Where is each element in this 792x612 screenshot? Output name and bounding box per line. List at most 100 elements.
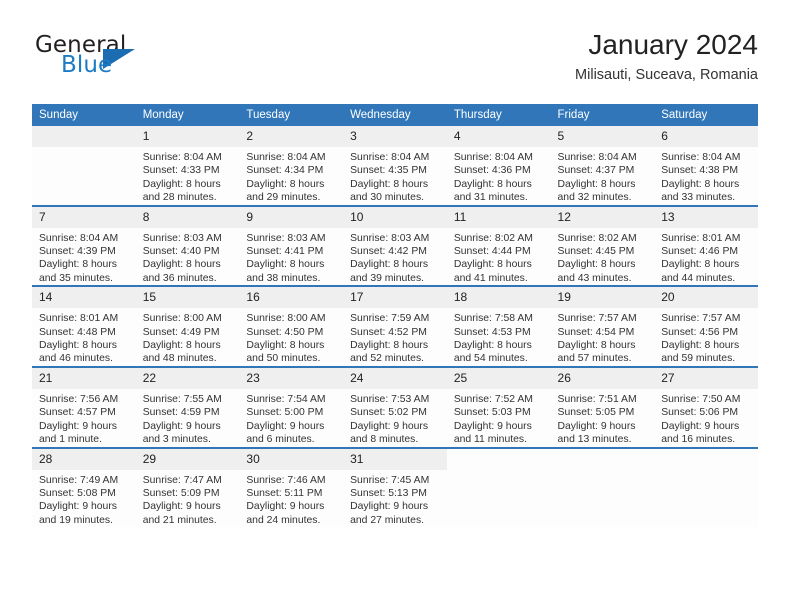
day-number: 24 — [343, 367, 447, 389]
day-number: 20 — [654, 287, 758, 309]
daylight-text-line2: and 11 minutes. — [453, 434, 527, 446]
day-number: 4 — [446, 126, 551, 147]
daylight-text-line2: and 13 minutes. — [557, 434, 632, 446]
general-blue-logo[interactable]: General Blue — [32, 32, 232, 88]
daylight-text-line2: and 27 minutes. — [350, 514, 425, 526]
page-subtitle: Milisauti, Suceava, Romania — [575, 67, 758, 83]
calendar-day-cell[interactable]: 23 Sunrise: 7:54 AM Sunset: 5:00 PM Dayligh… — [239, 365, 344, 448]
calendar-day-cell[interactable]: 12 Sunrise: 8:02 AM Sunset: 4:45 PM Dayligh… — [550, 204, 655, 287]
day-info: Sunrise: 8:00 AM Sunset: 4:49 PM Daylight:… — [136, 308, 240, 366]
calendar-day-cell[interactable]: 13 Sunrise: 8:01 AM Sunset: 4:46 PM Dayligh… — [654, 204, 758, 287]
daylight-text-line2: and 16 minutes. — [661, 434, 736, 446]
daylight-text-line2: and 3 minutes. — [142, 434, 211, 446]
daylight-text-line2: and 59 minutes. — [661, 353, 736, 365]
calendar-day-cell[interactable]: 3 Sunrise: 8:04 AM Sunset: 4:35 PM Daylight… — [343, 126, 447, 206]
daylight-text-line1: Daylight: 8 hours — [350, 178, 429, 190]
calendar-day-cell[interactable]: 18 Sunrise: 7:58 AM Sunset: 4:53 PM Dayligh… — [446, 285, 551, 367]
day-info: Sunrise: 7:51 AM Sunset: 5:05 PM Daylight:… — [551, 389, 655, 447]
sunrise-text: Sunrise: 7:52 AM — [453, 393, 533, 405]
day-number: 16 — [239, 287, 344, 309]
sunrise-text: Sunrise: 8:04 AM — [39, 232, 119, 244]
daylight-text-line2: and 48 minutes. — [142, 353, 217, 365]
day-number — [32, 126, 136, 147]
day-number: 22 — [135, 367, 240, 389]
day-info: Sunrise: 7:54 AM Sunset: 5:00 PM Daylight:… — [239, 389, 343, 447]
calendar-day-cell[interactable]: 21 Sunrise: 7:56 AM Sunset: 4:57 PM Dayligh… — [32, 365, 136, 448]
calendar-body: 1 Sunrise: 8:04 AM Sunset: 4:33 PM Daylight… — [32, 126, 758, 528]
calendar-day-cell[interactable]: 4 Sunrise: 8:04 AM Sunset: 4:36 PM Daylight… — [446, 126, 551, 206]
daylight-text-line2: and 43 minutes. — [557, 272, 632, 284]
daylight-text-line2: and 19 minutes. — [39, 514, 113, 526]
sunrise-text: Sunrise: 8:02 AM — [453, 232, 533, 244]
calendar-week-row: 1 Sunrise: 8:04 AM Sunset: 4:33 PM Daylight… — [32, 126, 758, 206]
day-number: 31 — [343, 448, 447, 470]
daylight-text-line1: Daylight: 8 hours — [142, 178, 221, 190]
day-info: Sunrise: 8:03 AM Sunset: 4:40 PM Daylight:… — [136, 228, 240, 286]
calendar-day-cell[interactable]: 2 Sunrise: 8:04 AM Sunset: 4:34 PM Daylight… — [239, 126, 344, 206]
sunrise-text: Sunrise: 7:58 AM — [453, 313, 533, 325]
daylight-text-line1: Daylight: 9 hours — [39, 420, 117, 432]
day-info: Sunrise: 7:50 AM Sunset: 5:06 PM Daylight:… — [654, 389, 758, 447]
calendar-day-cell[interactable]: 20 Sunrise: 7:57 AM Sunset: 4:56 PM Dayligh… — [654, 285, 758, 367]
calendar-day-cell[interactable]: 31 Sunrise: 7:45 AM Sunset: 5:13 PM Dayligh… — [343, 446, 447, 528]
calendar-day-cell[interactable]: 28 Sunrise: 7:49 AM Sunset: 5:08 PM Dayligh… — [32, 446, 136, 528]
day-info: Sunrise: 7:56 AM Sunset: 4:57 PM Daylight:… — [32, 389, 136, 447]
day-info: Sunrise: 7:58 AM Sunset: 4:53 PM Daylight:… — [447, 308, 551, 366]
daylight-text-line2: and 8 minutes. — [350, 434, 419, 446]
calendar-day-cell[interactable]: 29 Sunrise: 7:47 AM Sunset: 5:09 PM Dayligh… — [135, 446, 240, 528]
sunset-text: Sunset: 4:49 PM — [142, 326, 220, 338]
day-info: Sunrise: 8:04 AM Sunset: 4:33 PM Daylight:… — [136, 147, 240, 205]
sunset-text: Sunset: 4:34 PM — [246, 165, 324, 177]
calendar-day-cell[interactable]: 9 Sunrise: 8:03 AM Sunset: 4:41 PM Daylight… — [239, 204, 344, 287]
day-number: 10 — [343, 206, 447, 228]
calendar-cell-empty — [32, 126, 136, 206]
day-info: Sunrise: 7:57 AM Sunset: 4:54 PM Daylight:… — [551, 308, 655, 366]
sunset-text: Sunset: 4:54 PM — [557, 326, 635, 338]
calendar-day-cell[interactable]: 24 Sunrise: 7:53 AM Sunset: 5:02 PM Dayligh… — [343, 365, 447, 448]
sunset-text: Sunset: 4:40 PM — [142, 246, 220, 258]
day-number: 23 — [239, 367, 344, 389]
calendar-day-cell[interactable]: 25 Sunrise: 7:52 AM Sunset: 5:03 PM Dayligh… — [446, 365, 551, 448]
calendar-day-cell[interactable]: 27 Sunrise: 7:50 AM Sunset: 5:06 PM Dayligh… — [654, 365, 758, 448]
title-block: January 2024 Milisauti, Suceava, Romania — [575, 28, 758, 86]
calendar-day-cell[interactable]: 11 Sunrise: 8:02 AM Sunset: 4:44 PM Dayligh… — [446, 204, 551, 287]
calendar-day-cell[interactable]: 8 Sunrise: 8:03 AM Sunset: 4:40 PM Daylight… — [135, 204, 240, 287]
day-number: 18 — [446, 287, 551, 309]
sunrise-text: Sunrise: 8:04 AM — [142, 152, 222, 163]
daylight-text-line1: Daylight: 8 hours — [557, 178, 636, 190]
sunrise-text: Sunrise: 8:04 AM — [557, 152, 637, 163]
day-number: 12 — [550, 206, 655, 228]
calendar-week-row: 14 Sunrise: 8:01 AM Sunset: 4:48 PM Dayligh… — [32, 285, 758, 367]
weekday-header-sunday: Sunday — [32, 104, 136, 126]
daylight-text-line1: Daylight: 9 hours — [142, 501, 221, 513]
calendar-day-cell[interactable]: 22 Sunrise: 7:55 AM Sunset: 4:59 PM Dayligh… — [135, 365, 240, 448]
calendar-day-cell[interactable]: 26 Sunrise: 7:51 AM Sunset: 5:05 PM Dayligh… — [550, 365, 655, 448]
daylight-text-line2: and 39 minutes. — [350, 272, 425, 284]
calendar-day-cell[interactable]: 17 Sunrise: 7:59 AM Sunset: 4:52 PM Dayligh… — [343, 285, 447, 367]
daylight-text-line2: and 29 minutes. — [246, 192, 321, 204]
calendar-day-cell[interactable]: 14 Sunrise: 8:01 AM Sunset: 4:48 PM Dayligh… — [32, 285, 136, 367]
calendar-page: General Blue January 2024 Milisauti, Suc… — [0, 0, 792, 612]
calendar-day-cell[interactable]: 10 Sunrise: 8:03 AM Sunset: 4:42 PM Dayligh… — [343, 204, 447, 287]
sunrise-text: Sunrise: 7:59 AM — [350, 313, 430, 325]
sunset-text: Sunset: 5:09 PM — [142, 487, 220, 499]
day-number: 6 — [654, 126, 758, 147]
day-info: Sunrise: 8:02 AM Sunset: 4:44 PM Daylight:… — [447, 228, 551, 286]
calendar-day-cell[interactable]: 16 Sunrise: 8:00 AM Sunset: 4:50 PM Dayligh… — [239, 285, 344, 367]
sunset-text: Sunset: 4:46 PM — [661, 246, 739, 258]
calendar-week-row: 21 Sunrise: 7:56 AM Sunset: 4:57 PM Dayligh… — [32, 365, 758, 448]
calendar-day-cell[interactable]: 19 Sunrise: 7:57 AM Sunset: 4:54 PM Dayligh… — [550, 285, 655, 367]
weekday-header-tuesday: Tuesday — [239, 104, 344, 126]
calendar-day-cell[interactable]: 30 Sunrise: 7:46 AM Sunset: 5:11 PM Dayligh… — [239, 446, 344, 528]
weekday-header-monday: Monday — [135, 104, 240, 126]
daylight-text-line1: Daylight: 8 hours — [142, 340, 221, 352]
day-info: Sunrise: 8:03 AM Sunset: 4:42 PM Daylight:… — [343, 228, 447, 286]
calendar-day-cell[interactable]: 6 Sunrise: 8:04 AM Sunset: 4:38 PM Daylight… — [654, 126, 758, 206]
daylight-text-line2: and 50 minutes. — [246, 353, 321, 365]
daylight-text-line1: Daylight: 8 hours — [39, 259, 117, 271]
calendar-day-cell[interactable]: 1 Sunrise: 8:04 AM Sunset: 4:33 PM Daylight… — [135, 126, 240, 206]
calendar-day-cell[interactable]: 15 Sunrise: 8:00 AM Sunset: 4:49 PM Dayligh… — [135, 285, 240, 367]
calendar-day-cell[interactable]: 7 Sunrise: 8:04 AM Sunset: 4:39 PM Daylight… — [32, 204, 136, 287]
sunrise-text: Sunrise: 8:04 AM — [453, 152, 533, 163]
calendar-day-cell[interactable]: 5 Sunrise: 8:04 AM Sunset: 4:37 PM Daylight… — [550, 126, 655, 206]
